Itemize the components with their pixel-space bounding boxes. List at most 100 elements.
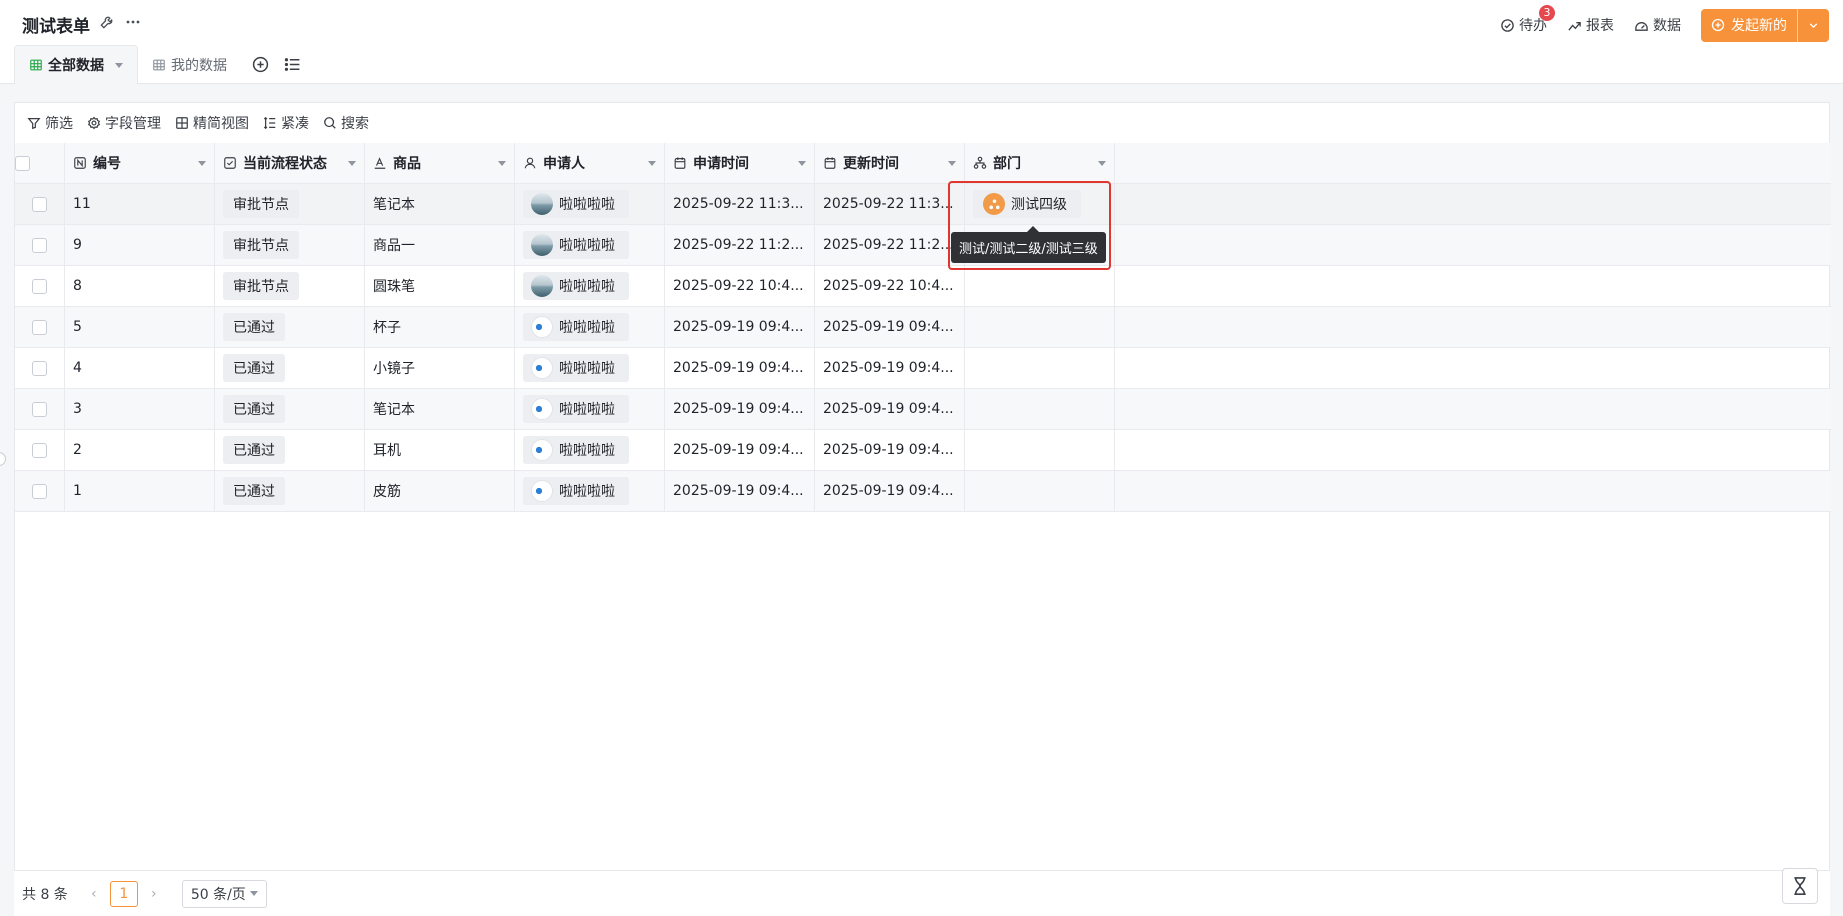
compact-view-button[interactable]: 精简视图 — [175, 113, 249, 133]
cell-updated-time[interactable]: 2025-09-19 09:4... — [815, 471, 965, 511]
header-applicant[interactable]: 申请人 — [515, 143, 665, 183]
row-checkbox[interactable] — [32, 360, 47, 376]
cell-number[interactable]: 9 — [65, 225, 215, 265]
row-checkbox[interactable] — [32, 319, 47, 335]
cell-created-time[interactable]: 2025-09-19 09:4... — [665, 348, 815, 388]
cell-product[interactable]: 小镜子 — [365, 348, 515, 388]
caret-down-icon[interactable] — [498, 160, 506, 166]
caret-down-icon[interactable] — [115, 62, 123, 68]
view-list-button[interactable] — [279, 51, 305, 77]
cell-applicant[interactable]: 啦啦啦啦 — [515, 430, 665, 470]
user-chip[interactable]: 啦啦啦啦 — [523, 354, 629, 382]
cell-number[interactable]: 8 — [65, 266, 215, 306]
cell-updated-time[interactable]: 2025-09-19 09:4... — [815, 348, 965, 388]
prev-page-icon[interactable]: ‹ — [84, 886, 104, 902]
cell-created-time[interactable]: 2025-09-22 11:3... — [665, 184, 815, 224]
cell-department[interactable] — [965, 307, 1115, 347]
cell-product[interactable]: 笔记本 — [365, 184, 515, 224]
header-status[interactable]: 当前流程状态 — [215, 143, 365, 183]
cell-updated-time[interactable]: 2025-09-22 11:3... — [815, 184, 965, 224]
cell-number[interactable]: 4 — [65, 348, 215, 388]
cell-product[interactable]: 杯子 — [365, 307, 515, 347]
cell-created-time[interactable]: 2025-09-19 09:4... — [665, 389, 815, 429]
tab-my-data[interactable]: 我的数据 — [138, 45, 241, 84]
launch-dropdown-button[interactable] — [1797, 8, 1829, 42]
caret-down-icon[interactable] — [798, 160, 806, 166]
wrench-icon[interactable] — [96, 12, 116, 32]
cell-updated-time[interactable]: 2025-09-19 09:4... — [815, 389, 965, 429]
header-updated-time[interactable]: 更新时间 — [815, 143, 965, 183]
header-created-time[interactable]: 申请时间 — [665, 143, 815, 183]
row-checkbox[interactable] — [32, 237, 47, 253]
caret-down-icon[interactable] — [348, 160, 356, 166]
page-number-button[interactable]: 1 — [109, 880, 138, 907]
density-button[interactable]: 紧凑 — [263, 113, 309, 133]
data-link[interactable]: 数据 — [1634, 15, 1681, 35]
report-link[interactable]: 报表 — [1567, 15, 1614, 35]
row-checkbox[interactable] — [32, 196, 47, 212]
caret-down-icon[interactable] — [648, 160, 656, 166]
cell-number[interactable]: 2 — [65, 430, 215, 470]
cell-applicant[interactable]: 啦啦啦啦 — [515, 266, 665, 306]
cell-applicant[interactable]: 啦啦啦啦 — [515, 307, 665, 347]
table-row[interactable]: 4 已通过 小镜子 啦啦啦啦 2025-09-19 09:4... 2025-09-19 … — [15, 348, 1831, 389]
cell-status[interactable]: 已通过 — [215, 471, 365, 511]
user-chip[interactable]: 啦啦啦啦 — [523, 272, 629, 300]
launch-new-button[interactable]: 发起新的 — [1701, 9, 1797, 42]
cell-updated-time[interactable]: 2025-09-19 09:4... — [815, 430, 965, 470]
page-size-select[interactable]: 50 条/页 — [181, 879, 267, 908]
cell-product[interactable]: 圆珠笔 — [365, 266, 515, 306]
cell-department[interactable] — [965, 389, 1115, 429]
table-row[interactable]: 8 审批节点 圆珠笔 啦啦啦啦 2025-09-22 10:4... 2025-09-22… — [15, 266, 1831, 307]
field-manage-button[interactable]: 字段管理 — [87, 113, 161, 133]
cell-department[interactable] — [965, 266, 1115, 306]
cell-updated-time[interactable]: 2025-09-22 11:2... — [815, 225, 965, 265]
cell-product[interactable]: 笔记本 — [365, 389, 515, 429]
cell-updated-time[interactable]: 2025-09-22 10:4... — [815, 266, 965, 306]
table-row[interactable]: 11 审批节点 笔记本 啦啦啦啦 2025-09-22 11:3... 2025-09-2… — [15, 184, 1831, 225]
todo-link[interactable]: 待办 3 — [1500, 5, 1555, 35]
cell-product[interactable]: 皮筋 — [365, 471, 515, 511]
cell-number[interactable]: 1 — [65, 471, 215, 511]
cell-status[interactable]: 已通过 — [215, 389, 365, 429]
header-product[interactable]: 商品 — [365, 143, 515, 183]
cell-status[interactable]: 已通过 — [215, 348, 365, 388]
table-row[interactable]: 2 已通过 耳机 啦啦啦啦 2025-09-19 09:4... 2025-09-19 0… — [15, 430, 1831, 471]
header-department[interactable]: 部门 — [965, 143, 1115, 183]
user-chip[interactable]: 啦啦啦啦 — [523, 436, 629, 464]
cell-applicant[interactable]: 啦啦啦啦 — [515, 471, 665, 511]
more-icon[interactable] — [123, 12, 143, 32]
cell-department[interactable] — [965, 430, 1115, 470]
user-chip[interactable]: 啦啦啦啦 — [523, 395, 629, 423]
cell-status[interactable]: 已通过 — [215, 307, 365, 347]
cell-number[interactable]: 5 — [65, 307, 215, 347]
filter-button[interactable]: 筛选 — [27, 113, 73, 133]
cell-created-time[interactable]: 2025-09-19 09:4... — [665, 471, 815, 511]
cell-department[interactable] — [965, 348, 1115, 388]
department-chip[interactable]: 测试四级 — [973, 190, 1081, 218]
cell-applicant[interactable]: 啦啦啦啦 — [515, 389, 665, 429]
caret-down-icon[interactable] — [198, 160, 206, 166]
user-chip[interactable]: 啦啦啦啦 — [523, 477, 629, 505]
cell-applicant[interactable]: 啦啦啦啦 — [515, 225, 665, 265]
caret-down-icon[interactable] — [948, 160, 956, 166]
sidebar-toggle-handle[interactable] — [0, 452, 6, 466]
hourglass-button[interactable] — [1782, 868, 1818, 904]
cell-department[interactable]: 测试四级 — [965, 184, 1115, 224]
row-checkbox[interactable] — [32, 401, 47, 417]
table-row[interactable]: 1 已通过 皮筋 啦啦啦啦 2025-09-19 09:4... 2025-09-19 0… — [15, 471, 1831, 512]
next-page-icon[interactable]: › — [144, 886, 164, 902]
cell-created-time[interactable]: 2025-09-19 09:4... — [665, 307, 815, 347]
row-checkbox[interactable] — [32, 483, 47, 499]
cell-created-time[interactable]: 2025-09-22 10:4... — [665, 266, 815, 306]
cell-updated-time[interactable]: 2025-09-19 09:4... — [815, 307, 965, 347]
table-row[interactable]: 9 审批节点 商品一 啦啦啦啦 2025-09-22 11:2... 2025-09-22… — [15, 225, 1831, 266]
row-checkbox[interactable] — [32, 442, 47, 458]
cell-status[interactable]: 审批节点 — [215, 266, 365, 306]
user-chip[interactable]: 啦啦啦啦 — [523, 313, 629, 341]
table-row[interactable]: 5 已通过 杯子 啦啦啦啦 2025-09-19 09:4... 2025-09-19 0… — [15, 307, 1831, 348]
add-view-button[interactable] — [247, 51, 273, 77]
search-button[interactable]: 搜索 — [323, 113, 369, 133]
cell-applicant[interactable]: 啦啦啦啦 — [515, 348, 665, 388]
header-number[interactable]: 编号 — [65, 143, 215, 183]
